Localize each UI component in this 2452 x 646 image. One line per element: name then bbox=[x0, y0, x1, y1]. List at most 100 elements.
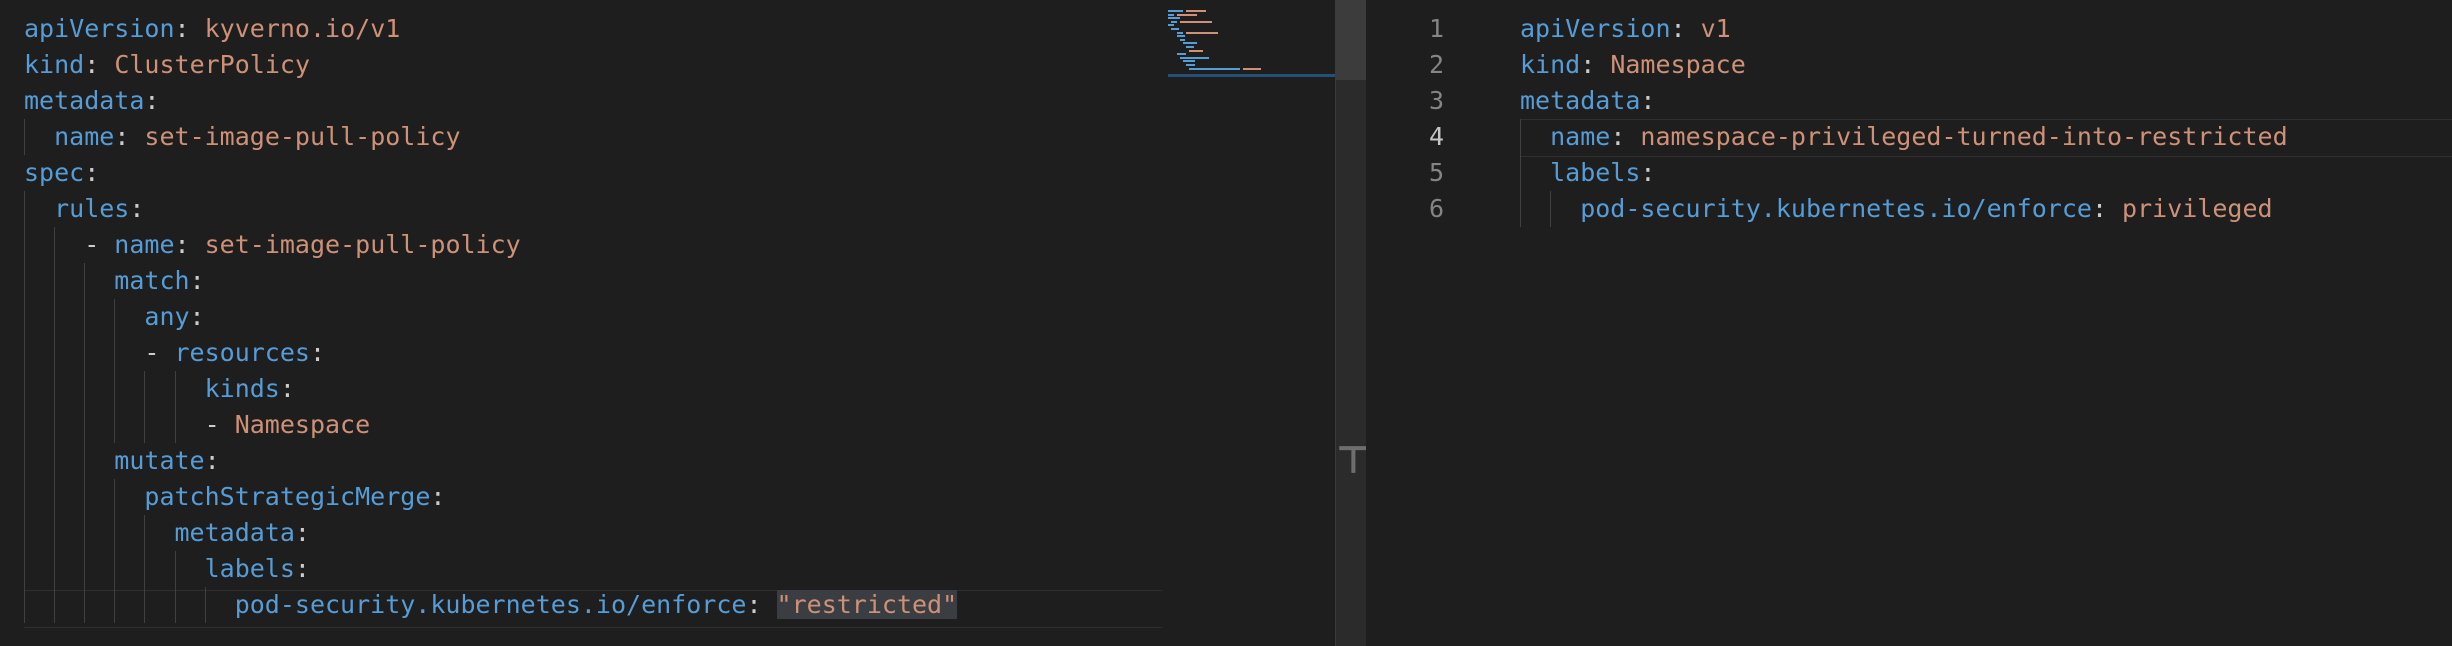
indent-guide bbox=[84, 371, 86, 407]
yaml-key: kind bbox=[1520, 50, 1581, 79]
colon: : bbox=[746, 590, 777, 619]
code-line[interactable]: - resources: bbox=[144, 335, 325, 371]
minimap-value-mark bbox=[1243, 67, 1261, 70]
colon: : bbox=[1610, 122, 1641, 151]
code-line[interactable]: - name: set-image-pull-policy bbox=[84, 227, 521, 263]
yaml-key: name bbox=[54, 122, 115, 151]
colon: : bbox=[1580, 50, 1611, 79]
sash-handle-icon[interactable]: ⊤ bbox=[1336, 438, 1371, 482]
code-line[interactable]: patchStrategicMerge: bbox=[144, 479, 445, 515]
indent-guide bbox=[24, 551, 25, 587]
indent-guide bbox=[1550, 191, 1552, 227]
left-scrollbar-thumb[interactable] bbox=[1335, 0, 1366, 80]
code-line[interactable]: - Namespace bbox=[205, 407, 371, 443]
line-number: 2 bbox=[1428, 50, 1444, 79]
minimap-key-mark bbox=[1177, 35, 1185, 38]
yaml-key: match bbox=[114, 266, 190, 295]
minimap-key-mark bbox=[1186, 64, 1195, 66]
code-line[interactable]: apiVersion: v1 bbox=[1520, 11, 1731, 47]
indent-guide bbox=[174, 407, 176, 443]
indent-guide bbox=[114, 551, 116, 587]
code-line[interactable]: match: bbox=[114, 263, 204, 299]
indent-guide bbox=[24, 263, 25, 299]
code-line[interactable]: rules: bbox=[54, 191, 144, 227]
minimap-key-mark bbox=[1180, 38, 1185, 41]
yaml-value: privileged bbox=[2122, 194, 2273, 223]
yaml-key: metadata bbox=[24, 86, 145, 115]
colon: : bbox=[294, 554, 310, 583]
code-line[interactable]: name: namespace-privileged-turned-into-r… bbox=[1550, 119, 2288, 155]
colon: : bbox=[144, 86, 160, 115]
yaml-key: apiVersion bbox=[24, 14, 175, 43]
indent-guide bbox=[54, 551, 56, 587]
colon: : bbox=[189, 266, 205, 295]
indent-guide bbox=[24, 587, 25, 623]
indent-guide bbox=[24, 515, 25, 551]
indent-guide bbox=[24, 371, 25, 407]
yaml-key: spec bbox=[24, 158, 85, 187]
colon: : bbox=[309, 338, 326, 367]
indent-guide bbox=[204, 587, 206, 623]
minimap-key-mark bbox=[1171, 20, 1177, 23]
minimap-value-mark bbox=[1189, 49, 1203, 52]
code-line[interactable]: pod-security.kubernetes.io/enforce: priv… bbox=[1580, 191, 2272, 227]
colon: : bbox=[189, 302, 205, 331]
indent-guide bbox=[144, 407, 146, 443]
indent-guide bbox=[24, 227, 25, 263]
indent-guide bbox=[174, 551, 176, 587]
minimap-key-mark bbox=[1168, 17, 1180, 20]
indent-guide bbox=[54, 371, 56, 407]
yaml-value: set-image-pull-policy bbox=[204, 230, 521, 259]
indent-guide bbox=[54, 227, 56, 263]
minimap-key-mark bbox=[1168, 13, 1174, 16]
yaml-value: ClusterPolicy bbox=[114, 50, 310, 79]
code-line[interactable]: pod-security.kubernetes.io/enforce: "res… bbox=[235, 587, 958, 623]
indent-guide bbox=[84, 443, 86, 479]
yaml-value: set-image-pull-policy bbox=[144, 122, 461, 151]
code-line[interactable]: labels: bbox=[205, 551, 310, 587]
indent-guide bbox=[144, 515, 146, 551]
code-line[interactable]: kinds: bbox=[205, 371, 295, 407]
editor-split-sash[interactable] bbox=[1335, 0, 1367, 646]
minimap-key-mark bbox=[1171, 28, 1179, 30]
list-dash: - bbox=[204, 410, 235, 439]
code-line[interactable]: any: bbox=[144, 299, 204, 335]
indent-guide bbox=[84, 299, 86, 335]
code-line[interactable]: labels: bbox=[1550, 155, 1655, 191]
code-line[interactable]: metadata: bbox=[24, 83, 159, 119]
minimap-key-mark bbox=[1183, 42, 1197, 45]
code-line[interactable]: kind: ClusterPolicy bbox=[24, 47, 310, 83]
code-line[interactable]: metadata: bbox=[1520, 83, 1655, 119]
line-number: 6 bbox=[1428, 194, 1444, 223]
line-number: 3 bbox=[1428, 86, 1444, 115]
yaml-key: pod-security.kubernetes.io/enforce bbox=[1580, 194, 2092, 223]
indent-guide bbox=[114, 515, 116, 551]
minimap[interactable] bbox=[1168, 10, 1298, 80]
yaml-value: kyverno.io/v1 bbox=[204, 14, 401, 43]
indent-guide bbox=[24, 443, 25, 479]
line-number: 4 bbox=[1428, 122, 1444, 151]
indent-guide bbox=[24, 119, 25, 155]
code-line[interactable]: spec: bbox=[24, 155, 99, 191]
minimap-key-mark bbox=[1180, 56, 1209, 59]
minimap-key-mark bbox=[1177, 53, 1186, 56]
code-line[interactable]: name: set-image-pull-policy bbox=[54, 119, 460, 155]
minimap-slider[interactable] bbox=[1168, 74, 1335, 77]
yaml-key: apiVersion bbox=[1520, 14, 1671, 43]
line-number: 1 bbox=[1428, 14, 1444, 43]
indent-guide bbox=[54, 479, 56, 515]
indent-guide bbox=[54, 263, 56, 299]
code-line[interactable]: metadata: bbox=[175, 515, 310, 551]
indent-guide bbox=[174, 587, 176, 623]
indent-guide bbox=[1520, 191, 1521, 227]
code-line[interactable]: apiVersion: kyverno.io/v1 bbox=[24, 11, 400, 47]
code-line[interactable]: mutate: bbox=[114, 443, 219, 479]
yaml-key: kind bbox=[24, 50, 85, 79]
yaml-key: kinds bbox=[204, 374, 280, 403]
indent-guide bbox=[54, 335, 56, 371]
colon: : bbox=[279, 374, 295, 403]
yaml-key: any bbox=[144, 302, 190, 331]
indent-guide bbox=[1520, 155, 1521, 191]
colon: : bbox=[84, 158, 100, 187]
code-line[interactable]: kind: Namespace bbox=[1520, 47, 1746, 83]
